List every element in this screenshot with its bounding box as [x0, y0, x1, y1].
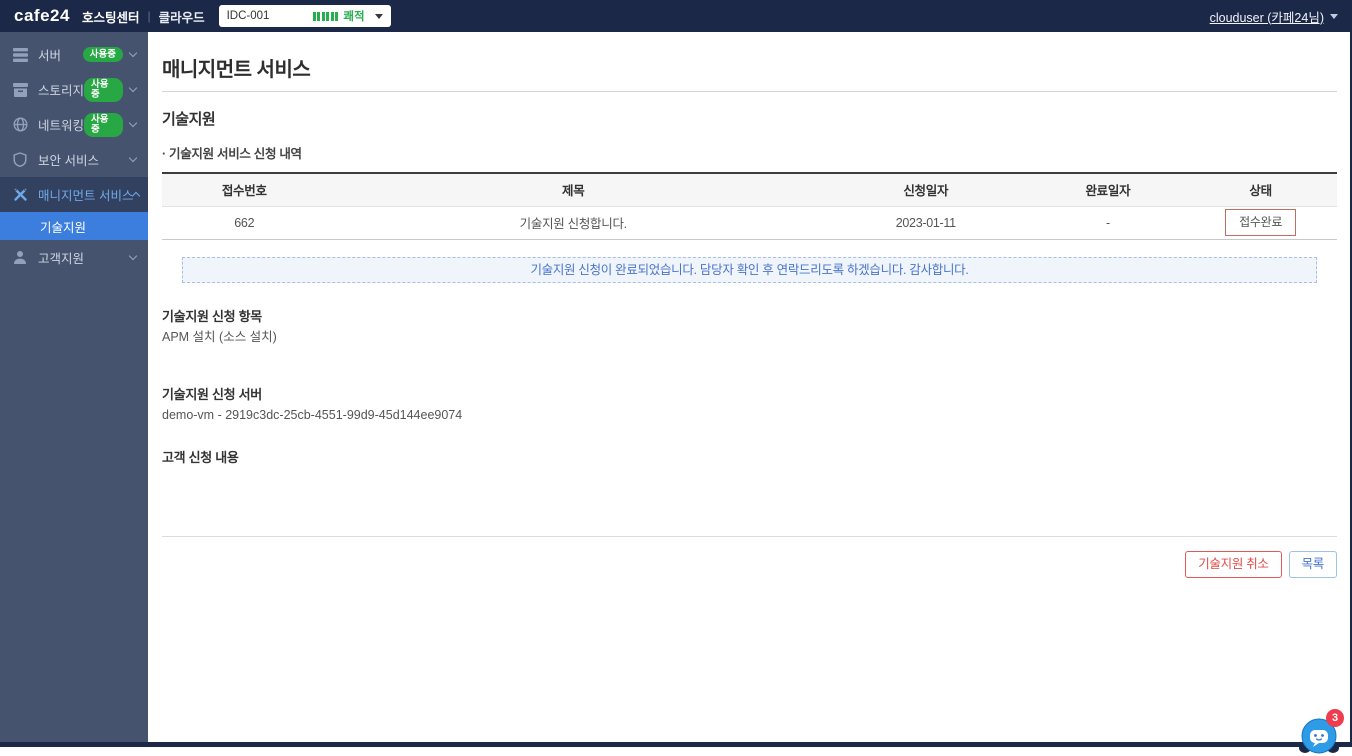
cell-request-date: 2023-01-11 [820, 206, 1032, 240]
zone-selector-dropdown[interactable]: IDC-001 쾌적 [218, 5, 391, 27]
signal-bars-icon [312, 11, 339, 21]
table-header-row: 접수번호 제목 신청일자 완료일자 상태 [162, 173, 1337, 207]
actions-row: 기술지원 취소 목록 [162, 550, 1337, 578]
column-header-status: 상태 [1184, 173, 1337, 207]
table-row[interactable]: 662 기술지원 신청합니다. 2023-01-11 - 접수완료 [162, 206, 1337, 240]
sidebar-item-customer-support[interactable]: 고객지원 [0, 240, 148, 275]
column-header-receipt-no: 접수번호 [162, 173, 327, 207]
globe-icon [12, 117, 28, 133]
chevron-down-icon [128, 153, 138, 163]
list-caption: · 기술지원 서비스 신청 내역 [162, 147, 302, 161]
sidebar-item-label: 서버 [38, 49, 62, 63]
chevron-down-icon [128, 83, 138, 93]
cell-complete-date: - [1031, 206, 1185, 240]
cell-title: 기술지원 신청합니다. [326, 206, 820, 240]
sidebar-item-label: 스토리지 [38, 84, 85, 98]
sidebar-item-server[interactable]: 서버 사용중 [0, 37, 148, 72]
user-name: clouduser (카페24님) [1209, 10, 1324, 25]
sidebar: 서버 사용중 스토리지 사용중 네트워킹 사용중 보안 서비스 매니지먼트 서비… [0, 32, 148, 742]
column-header-request-date: 신청일자 [820, 173, 1032, 207]
actions-divider [162, 535, 1337, 537]
in-use-badge: 사용중 [84, 77, 123, 102]
chevron-down-icon [128, 251, 138, 261]
customer-content-label: 고객 신청 내용 [162, 449, 239, 465]
chevron-down-icon [128, 118, 138, 128]
sidebar-item-label: 보안 서비스 [38, 154, 99, 168]
frame-bottom-border [0, 742, 1352, 747]
chevron-up-icon [132, 191, 141, 201]
sidebar-subitem-tech-support[interactable]: 기술지원 [0, 212, 148, 240]
page-title: 매니지먼트 서비스 [162, 59, 311, 81]
topbar: cafe24 호스팅센터 | 클라우드 IDC-001 쾌적 clouduser… [0, 0, 1352, 32]
request-item-label: 기술지원 신청 항목 [162, 308, 262, 324]
request-item-value: APM 설치 (소스 설치) [162, 329, 277, 344]
list-button[interactable]: 목록 [1288, 550, 1337, 578]
chat-unread-badge: 3 [1326, 709, 1344, 727]
sidebar-item-label: 고객지원 [38, 252, 85, 266]
main-content: 매니지먼트 서비스 기술지원 · 기술지원 서비스 신청 내역 접수번호 제목 … [148, 32, 1350, 742]
notice-banner: 기술지원 신청이 완료되었습니다. 담당자 확인 후 연락드리도록 하겠습니다.… [182, 256, 1317, 283]
shield-icon [12, 152, 28, 168]
sidebar-item-label: 네트워킹 [38, 119, 85, 133]
tools-icon [12, 187, 28, 203]
chevron-down-icon [374, 13, 383, 19]
column-header-complete-date: 완료일자 [1031, 173, 1185, 207]
cell-status: 접수완료 [1184, 206, 1337, 240]
request-table: 접수번호 제목 신청일자 완료일자 상태 662 기술지원 신청합니다. 202… [162, 172, 1337, 240]
service-label: 호스팅센터 [81, 10, 140, 25]
request-server-value: demo-vm - 2919c3dc-25cb-4551-99d9-45d144… [162, 407, 463, 422]
status-badge: 접수완료 [1225, 209, 1297, 236]
sidebar-item-networking[interactable]: 네트워킹 사용중 [0, 107, 148, 142]
person-icon [12, 250, 28, 266]
sidebar-subitem-label: 기술지원 [40, 220, 87, 235]
cell-receipt-no: 662 [162, 206, 327, 240]
column-header-title: 제목 [326, 173, 820, 207]
chevron-down-icon [1330, 13, 1338, 19]
section-title: 기술지원 [162, 111, 216, 128]
cancel-tech-support-button[interactable]: 기술지원 취소 [1185, 550, 1282, 578]
sidebar-item-storage[interactable]: 스토리지 사용중 [0, 72, 148, 107]
in-use-badge: 사용중 [84, 112, 123, 137]
in-use-badge: 사용중 [82, 47, 123, 62]
chevron-down-icon [128, 48, 138, 58]
zone-status-label: 쾌적 [343, 11, 365, 23]
sidebar-item-label: 매니지먼트 서비스 [38, 189, 134, 203]
chat-launcher[interactable]: 3 [1297, 709, 1344, 756]
title-divider [162, 91, 1337, 92]
request-server-label: 기술지원 신청 서버 [162, 386, 262, 402]
topbar-separator: | [147, 9, 151, 23]
zone-name: IDC-001 [226, 10, 270, 22]
sidebar-item-security[interactable]: 보안 서비스 [0, 142, 148, 177]
user-menu[interactable]: clouduser (카페24님) [1210, 7, 1338, 26]
storage-icon [12, 82, 28, 98]
server-icon [12, 47, 28, 63]
sidebar-item-management[interactable]: 매니지먼트 서비스 [0, 177, 148, 212]
cafe24-logo[interactable]: cafe24 [14, 6, 70, 26]
section-label: 클라우드 [158, 10, 205, 25]
